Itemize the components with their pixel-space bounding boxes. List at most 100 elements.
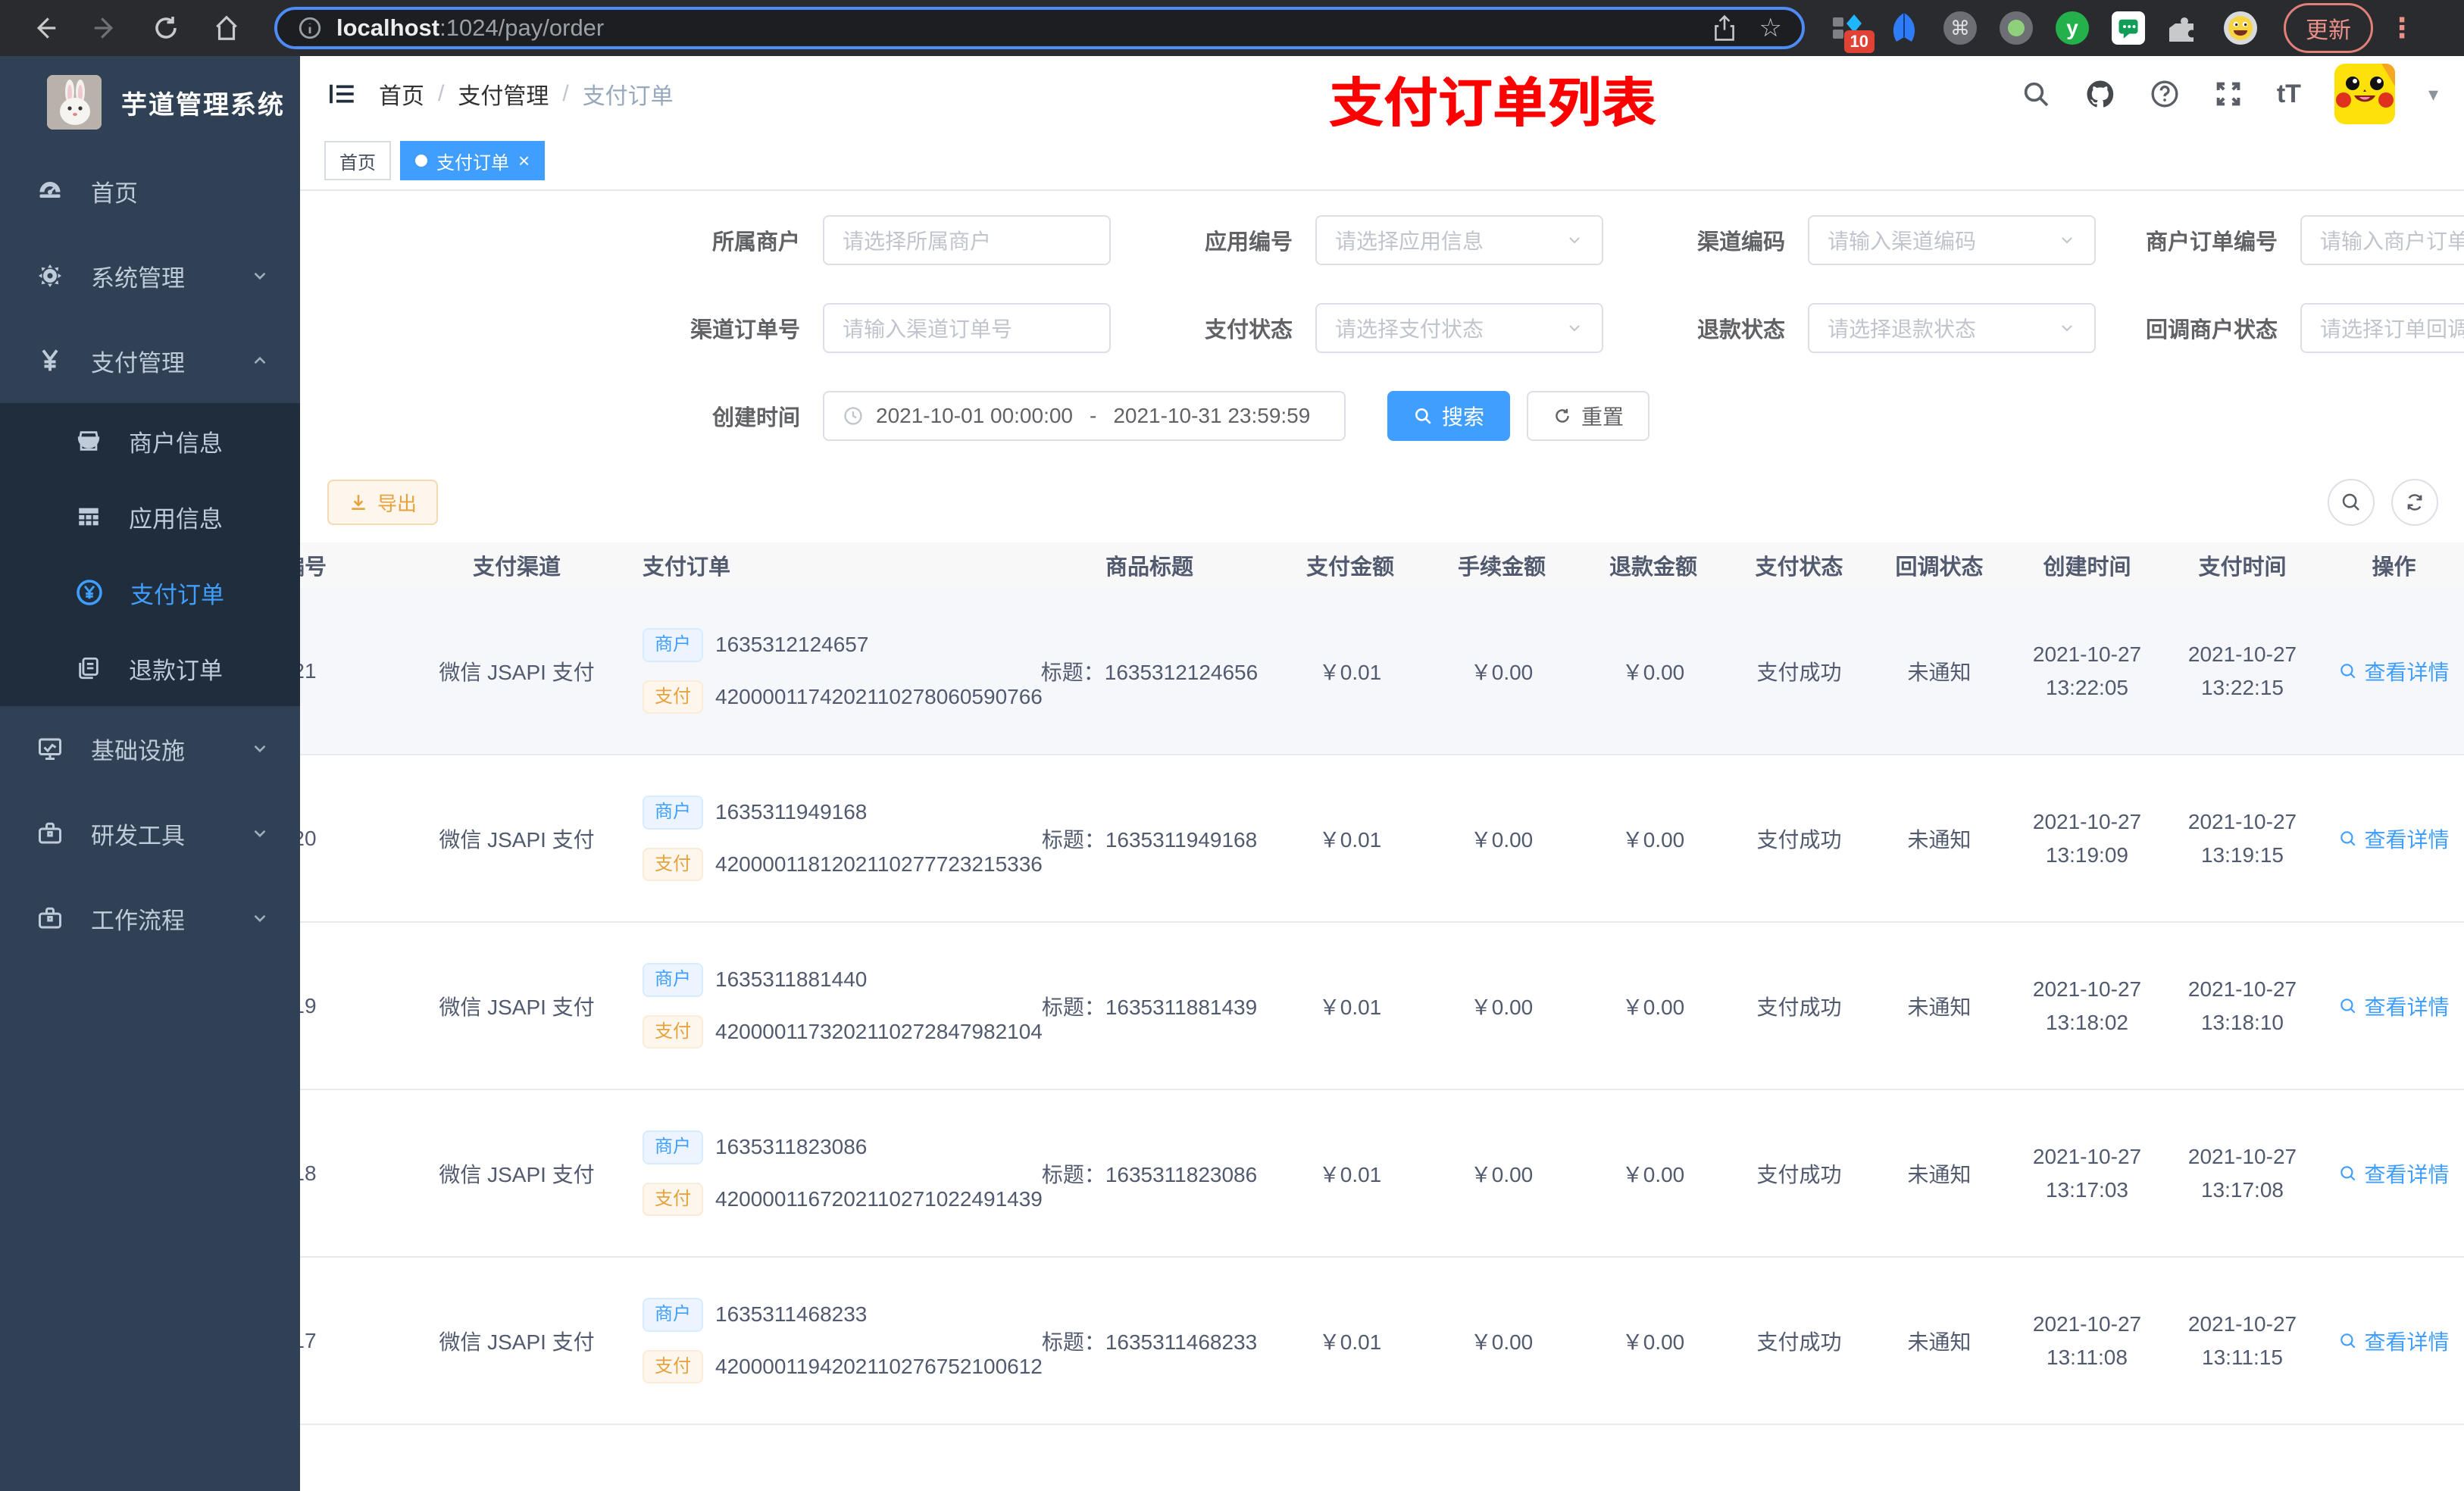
merchant-order-no-input[interactable]: 请输入商户订单编号: [2300, 215, 2464, 265]
browser-forward-button[interactable]: [80, 7, 130, 49]
breadcrumb-separator: /: [438, 81, 445, 106]
pay-order-no: 4200001194202110276752100612: [715, 1354, 1043, 1378]
sidebar-item-infrastructure[interactable]: 基础设施: [0, 706, 300, 791]
extension-command-icon[interactable]: ⌘: [1943, 11, 1978, 45]
app-no-select[interactable]: 请选择应用信息: [1315, 215, 1603, 265]
sidebar-item-dev-tools[interactable]: 研发工具: [0, 791, 300, 876]
tab-close-icon[interactable]: ×: [518, 151, 530, 170]
pay-tag: 支付: [643, 1014, 703, 1049]
magnifier-icon: [2340, 663, 2356, 678]
breadcrumb-home[interactable]: 首页: [379, 77, 424, 111]
browser-menu-dots-icon[interactable]: ⋮: [2388, 12, 2416, 44]
extension-yudao-icon[interactable]: y: [2055, 11, 2090, 45]
sidebar-item-pay-order[interactable]: 支付订单: [0, 555, 300, 630]
header-github-button[interactable]: [2084, 78, 2116, 110]
search-button[interactable]: 搜索: [1387, 391, 1511, 441]
header-fontsize-button[interactable]: tT: [2277, 80, 2301, 109]
user-avatar[interactable]: [2334, 64, 2395, 124]
extension-chat-icon[interactable]: [2111, 11, 2146, 45]
col-header-notify-status: 回调状态: [1895, 555, 1984, 580]
pay-status-select[interactable]: 请选择支付状态: [1315, 303, 1603, 353]
share-icon[interactable]: [1712, 14, 1737, 42]
placeholder: 请选择退款状态: [1828, 317, 1977, 341]
view-detail-link[interactable]: 查看详情: [2338, 824, 2450, 854]
pay-order-table: 编号 支付渠道 支付订单 商品标题 支付金额 手续金额 退款金额 支付状态 回调…: [300, 542, 2464, 1491]
extension-recorder-icon[interactable]: [1999, 11, 2034, 45]
callback-status-select[interactable]: 请选择订单回调商户状态: [2300, 303, 2464, 353]
sidebar-item-workflow[interactable]: 工作流程: [0, 876, 300, 961]
sidebar-item-label: 首页: [91, 180, 138, 207]
extensions-puzzle-button[interactable]: [2167, 11, 2202, 45]
browser-profile-avatar[interactable]: [2223, 11, 2258, 45]
spinnaker-icon: [1893, 13, 1915, 42]
pikachu-avatar-image: [2334, 64, 2395, 124]
header-search-button[interactable]: [2021, 79, 2051, 109]
header-help-button[interactable]: [2150, 79, 2180, 109]
sidebar-item-system[interactable]: 系统管理: [0, 233, 300, 318]
col-header-id: 编号: [300, 555, 327, 580]
export-button[interactable]: 导出: [327, 480, 439, 525]
create-time-range-picker[interactable]: 2021-10-01 00:00:00 - 2021-10-31 23:59:5…: [823, 391, 1346, 441]
reset-button[interactable]: 重置: [1527, 391, 1650, 441]
view-detail-link[interactable]: 查看详情: [2338, 1158, 2450, 1189]
address-bar[interactable]: localhost:1024/pay/order ☆: [274, 7, 1805, 49]
chevron-down-icon: [254, 272, 266, 280]
browser-update-button[interactable]: 更新: [2284, 3, 2373, 53]
tab-pay-order[interactable]: 支付订单 ×: [400, 141, 546, 180]
view-detail-link[interactable]: 查看详情: [2338, 1326, 2450, 1356]
table-row[interactable]: 18 微信 JSAPI 支付 商户 1635311823086 支付 4200001…: [300, 1090, 2464, 1258]
browser-reload-button[interactable]: [141, 7, 191, 49]
refresh-table-button[interactable]: [2391, 479, 2438, 526]
extension-spinnaker-icon[interactable]: [1887, 11, 1921, 45]
filter-label: 渠道编码: [1696, 230, 1785, 255]
site-info-icon[interactable]: [297, 15, 323, 41]
sidebar-item-merchant-info[interactable]: 商户信息: [0, 403, 300, 479]
active-dot-icon: [415, 155, 427, 167]
toggle-search-button[interactable]: [2328, 479, 2375, 526]
green-dot-icon: [2000, 11, 2033, 45]
placeholder: 请输入渠道订单号: [843, 317, 1013, 341]
browser-back-button[interactable]: [20, 7, 70, 49]
url-path: :1024/pay/order: [439, 14, 605, 41]
browser-toolbar: localhost:1024/pay/order ☆ 10 ⌘ y 更新 ⋮: [0, 0, 2464, 56]
owner-merchant-select[interactable]: 请选择所属商户: [823, 215, 1111, 265]
bookmark-star-icon[interactable]: ☆: [1759, 15, 1782, 41]
tab-label: 支付订单: [436, 152, 509, 173]
breadcrumb-current: 支付订单: [582, 84, 674, 109]
sidebar-item-home[interactable]: 首页: [0, 148, 300, 233]
cell-id: 21: [300, 658, 317, 683]
channel-code-select[interactable]: 请输入渠道编码: [1808, 215, 2096, 265]
cell-order: 商户 1635312124657 支付 4200001174202110278060…: [630, 627, 1043, 714]
sidebar-item-label: 研发工具: [91, 822, 185, 849]
cell-channel: 微信 JSAPI 支付: [439, 995, 595, 1019]
header-fullscreen-button[interactable]: [2213, 79, 2244, 109]
tab-home[interactable]: 首页: [324, 141, 391, 180]
channel-order-no-input[interactable]: 请输入渠道订单号: [823, 303, 1111, 353]
cell-amount: ￥0.01: [1318, 995, 1382, 1019]
cell-create-time: 2021-10-27 13:18:02: [2032, 977, 2142, 1034]
refund-status-select[interactable]: 请选择退款状态: [1808, 303, 2096, 353]
view-detail-link[interactable]: 查看详情: [2338, 991, 2450, 1021]
sidebar-logo[interactable]: 芋道管理系统: [0, 56, 300, 148]
cell-create-time: 2021-10-27 13:11:08: [2032, 1311, 2142, 1369]
update-label: 更新: [2306, 18, 2351, 43]
filter-label: 应用编号: [1204, 230, 1293, 255]
sidebar-item-app-info[interactable]: 应用信息: [0, 479, 300, 555]
breadcrumb-parent[interactable]: 支付管理: [458, 77, 549, 111]
sidebar-item-refund-order[interactable]: 退款订单: [0, 630, 300, 706]
avatar-caret-icon[interactable]: ▾: [2428, 83, 2438, 106]
table-row[interactable]: 17 微信 JSAPI 支付 商户 1635311468233 支付 4200001…: [300, 1258, 2464, 1425]
table-row[interactable]: 21 微信 JSAPI 支付 商户 1635312124657 支付 4200001…: [300, 588, 2464, 755]
merchant-tag: 商户: [643, 627, 703, 662]
view-detail-link[interactable]: 查看详情: [2338, 656, 2450, 686]
table-row[interactable]: 19 微信 JSAPI 支付 商户 1635311881440 支付 4200001…: [300, 923, 2464, 1090]
url-host: localhost: [336, 14, 440, 41]
cell-pay-status: 支付成功: [1756, 660, 1842, 684]
extension-modules-icon[interactable]: 10: [1831, 11, 1875, 53]
sidebar-item-payment[interactable]: 支付管理: [0, 318, 300, 403]
table-row[interactable]: 商户1635311051726: [300, 1425, 2464, 1491]
table-row[interactable]: 20 微信 JSAPI 支付 商户 1635311949168 支付 4200001…: [300, 755, 2464, 923]
cell-amount: ￥0.01: [1318, 827, 1382, 852]
browser-home-button[interactable]: [202, 7, 252, 49]
sidebar-collapse-button[interactable]: [326, 78, 358, 110]
